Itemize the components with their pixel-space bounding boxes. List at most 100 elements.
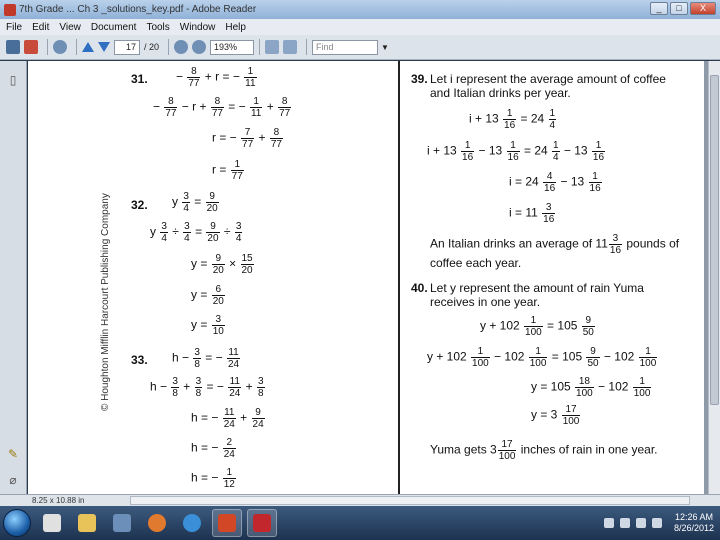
comments-icon[interactable]: ✎ [6, 447, 20, 461]
maximize-button[interactable]: □ [670, 2, 688, 15]
fraction-numerator: 1 [524, 315, 543, 327]
network-icon[interactable] [635, 518, 646, 528]
find-input[interactable]: Find [312, 39, 379, 55]
open-icon[interactable] [6, 40, 20, 54]
menu-window[interactable]: Window [180, 22, 216, 33]
document-view[interactable]: © Houghton Mifflin Harcourt Publishing C… [28, 61, 708, 494]
menu-tools[interactable]: Tools [146, 22, 169, 33]
taskbar-powerpoint[interactable] [212, 509, 242, 537]
menu-bar: File Edit View Document Tools Window Hel… [0, 19, 720, 35]
clock[interactable]: 12:26 AM 8/26/2012 [674, 512, 714, 534]
pages-icon[interactable]: ▯ [6, 73, 20, 87]
fraction-numerator: 3 [542, 202, 556, 214]
fraction: 1 100 [471, 346, 490, 369]
problem-40-intro: Let y represent the amount of rain Yuma … [430, 281, 644, 309]
taskbar-tool[interactable] [107, 509, 137, 537]
attachments-icon[interactable]: ⌀ [6, 473, 20, 487]
status-bar: 8.25 x 10.88 in [0, 494, 720, 506]
close-button[interactable]: X [690, 2, 716, 15]
fraction-denominator: 100 [529, 358, 547, 369]
fraction-numerator: 1 [548, 108, 557, 120]
menu-file[interactable]: File [6, 22, 22, 33]
fraction-denominator: 12 [223, 479, 235, 490]
page-number-input[interactable]: 17 [114, 39, 140, 55]
menu-edit[interactable]: Edit [32, 22, 49, 33]
math-text: = [201, 350, 216, 365]
fraction-denominator: 4 [184, 233, 190, 244]
taskbar-internet-explorer[interactable] [177, 509, 207, 537]
powerpoint-icon [218, 514, 236, 532]
fraction-denominator: 4 [549, 120, 556, 131]
fraction-numerator: 1 [632, 376, 652, 388]
find-dropdown-icon[interactable]: ▼ [381, 43, 389, 52]
zoom-select[interactable]: 193% [210, 39, 255, 55]
toolbar-divider [168, 39, 170, 55]
fraction-numerator: 1 [552, 140, 560, 152]
fraction-denominator: 16 [589, 183, 601, 194]
fraction: 1 16 [461, 140, 475, 163]
vertical-scrollbar[interactable] [708, 61, 720, 494]
start-button[interactable] [3, 509, 31, 537]
fraction-numerator: 3 [211, 314, 225, 326]
flag-icon[interactable] [619, 518, 630, 528]
taskbar-explorer[interactable] [72, 509, 102, 537]
adobe-reader-icon [4, 3, 16, 16]
math-text: h = [191, 470, 212, 485]
fraction: 38 [257, 376, 265, 399]
zoom-out-icon[interactable] [174, 40, 189, 54]
menu-view[interactable]: View [59, 22, 81, 33]
fraction: 3 16 [542, 202, 556, 225]
math-text: y = 105 [531, 379, 575, 394]
fraction-denominator: 100 [472, 358, 489, 369]
fraction-denominator: 16 [544, 183, 556, 194]
fraction-denominator: 100 [562, 416, 580, 427]
menu-document[interactable]: Document [91, 22, 137, 33]
math-text: y = [191, 317, 211, 332]
problem-33-line-5: h = − 1 12 [191, 467, 237, 490]
fraction: 1 16 [591, 140, 606, 163]
tray-arrow-icon[interactable] [603, 518, 614, 528]
fraction: 1 100 [524, 315, 543, 338]
fraction-denominator: 24 [223, 449, 235, 460]
create-pdf-icon[interactable] [24, 40, 38, 54]
menu-help[interactable]: Help [225, 22, 246, 33]
fraction-denominator: 20 [212, 265, 224, 276]
fraction-numerator: 11 [228, 376, 242, 388]
minimize-button[interactable]: _ [650, 2, 668, 15]
problem-33-line-4: h = − 2 24 [191, 437, 237, 460]
fraction: 8 77 [187, 66, 201, 89]
math-text: − 13 [557, 174, 588, 189]
fraction-numerator: 8 [187, 66, 201, 78]
fit-page-icon[interactable] [265, 40, 280, 54]
fraction-denominator: 100 [525, 327, 542, 338]
scrollbar-thumb[interactable] [710, 75, 719, 405]
next-page-icon[interactable] [98, 42, 110, 52]
problem-40-line-4: y = 3 17 100 [531, 404, 581, 427]
horizontal-scrollbar[interactable] [130, 496, 690, 505]
fit-width-icon[interactable] [283, 40, 298, 54]
fraction: 14 [552, 140, 560, 163]
taskbar-media-player[interactable] [37, 509, 67, 537]
problem-31-line-3: r = − 7 77 + 8 77 [212, 127, 284, 150]
fraction-numerator: 1 [230, 159, 244, 171]
problem-40-number: 40. [411, 281, 428, 295]
taskbar-firefox[interactable] [142, 509, 172, 537]
math-text: − [238, 99, 249, 114]
zoom-in-icon[interactable] [192, 40, 207, 54]
volume-icon[interactable] [651, 518, 662, 528]
fraction-denominator: 11 [245, 78, 256, 89]
fraction-denominator: 8 [194, 359, 200, 370]
previous-page-icon[interactable] [82, 42, 94, 52]
fraction-denominator: 77 [279, 108, 291, 119]
system-tray: 12:26 AM 8/26/2012 [603, 506, 714, 540]
problem-39-line-1: i + 13 1 16 = 24 14 [469, 108, 557, 131]
problem-32-line-2: y 34 ÷ 34 = 9 20 ÷ 34 [150, 221, 243, 244]
fraction-denominator: 16 [504, 120, 516, 131]
fraction-numerator: 4 [543, 171, 557, 183]
problem-40-line-2: y + 102 1 100 − 102 1 100 = 105 9 50 − 102 … [427, 346, 658, 369]
fraction-denominator: 77 [211, 108, 223, 119]
collaborate-icon[interactable] [53, 40, 67, 54]
fraction-numerator: 9 [581, 315, 595, 327]
problem-32-line-3: y = 9 20 × 15 20 [191, 253, 255, 276]
taskbar-adobe-reader[interactable] [247, 509, 277, 537]
